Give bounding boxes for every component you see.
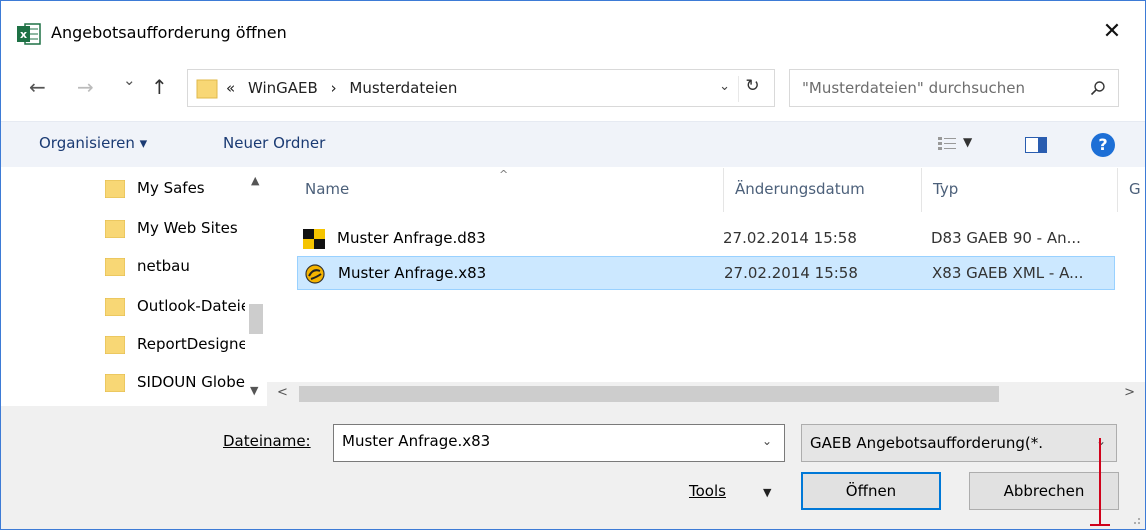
sidebar-item-netbau[interactable]: netbau — [105, 254, 245, 282]
sidebar-item-label: My Web Sites — [137, 219, 238, 237]
sidebar-item-label: SIDOUN Globe — [137, 373, 245, 391]
open-file-dialog: x Angebotsaufforderung öffnen ✕ ← → ⌄ ↑ … — [0, 0, 1146, 530]
folder-icon — [105, 220, 125, 238]
annotation-marker-line — [1099, 438, 1101, 526]
window-title: Angebotsaufforderung öffnen — [51, 23, 287, 42]
folder-icon — [105, 336, 125, 354]
filename-label: Dateiname: — [223, 432, 311, 450]
file-name: Muster Anfrage.x83 — [338, 264, 487, 282]
file-row-d83[interactable]: Muster Anfrage.d83 27.02.2014 15:58 D83 … — [297, 222, 1115, 256]
forward-arrow-icon[interactable]: → — [77, 75, 94, 99]
excel-icon: x — [17, 23, 41, 45]
search-icon[interactable] — [1090, 80, 1106, 96]
annotation-marker-cap — [1090, 524, 1110, 526]
column-header-date[interactable]: Änderungsdatum — [735, 180, 865, 198]
column-header-type[interactable]: Typ — [933, 180, 958, 198]
search-placeholder: "Musterdateien" durchsuchen — [802, 79, 1026, 97]
sidebar-item-label: Outlook-Dateien — [137, 297, 245, 315]
folder-icon — [105, 258, 125, 276]
gaeb-xml-file-icon — [305, 264, 325, 284]
scroll-left-icon[interactable]: < — [277, 385, 288, 400]
column-separator[interactable] — [921, 168, 922, 212]
command-toolbar: Organisieren ▾ Neuer Ordner ▼ ? — [1, 121, 1145, 167]
scroll-right-icon[interactable]: > — [1124, 385, 1135, 400]
breadcrumb-separator[interactable]: › — [331, 79, 337, 97]
refresh-icon[interactable]: ↻ — [738, 76, 766, 102]
file-type: X83 GAEB XML - A... — [932, 264, 1084, 282]
file-type: D83 GAEB 90 - An... — [931, 229, 1081, 247]
folder-icon — [105, 374, 125, 392]
file-date: 27.02.2014 15:58 — [724, 264, 858, 282]
help-icon[interactable]: ? — [1091, 133, 1115, 157]
file-date: 27.02.2014 15:58 — [723, 229, 857, 247]
bottom-panel: Dateiname: ⌄ GAEB Angebotsaufforderung(*… — [1, 406, 1145, 529]
file-list-horizontal-scrollbar[interactable]: < > — [267, 382, 1145, 406]
address-dropdown-icon[interactable]: ⌄ — [719, 79, 730, 94]
tools-label: Tools — [689, 482, 726, 500]
tools-dropdown-icon[interactable]: ▼ — [763, 486, 771, 499]
filename-dropdown-chevron-icon[interactable]: ⌄ — [762, 434, 772, 448]
sidebar-item-my-web-sites[interactable]: My Web Sites — [105, 216, 245, 244]
sidebar-item-label: ReportDesigner — [137, 335, 245, 353]
breadcrumb-item-musterdateien[interactable]: Musterdateien — [349, 79, 457, 97]
scroll-up-icon[interactable]: ▲ — [251, 174, 259, 187]
sidebar-item-label: netbau — [137, 257, 190, 275]
folder-icon — [105, 180, 125, 198]
recent-locations-chevron-icon[interactable]: ⌄ — [123, 71, 136, 89]
title-bar: x Angebotsaufforderung öffnen ✕ — [1, 1, 1145, 59]
preview-pane-icon[interactable] — [1025, 137, 1047, 153]
tools-button[interactable]: Tools — [689, 482, 726, 500]
view-options-icon[interactable] — [938, 136, 956, 152]
new-folder-button[interactable]: Neuer Ordner — [223, 134, 325, 152]
sidebar-item-reportdesigner[interactable]: ReportDesigner — [105, 332, 245, 360]
navigation-pane-scrollbar[interactable]: ▲ ▼ — [245, 168, 267, 406]
organize-button[interactable]: Organisieren ▾ — [39, 134, 147, 152]
file-list: ^ Name Änderungsdatum Typ G Muster Anfra… — [267, 168, 1145, 406]
close-button[interactable]: ✕ — [1097, 17, 1127, 47]
folder-icon — [196, 79, 218, 99]
sidebar-item-label: My Safes — [137, 179, 205, 197]
address-bar[interactable]: « WinGAEB › Musterdateien ⌄ ↻ — [187, 69, 775, 107]
sort-ascending-icon: ^ — [499, 168, 509, 181]
sidebar-item-my-safes[interactable]: My Safes — [105, 176, 245, 204]
open-button[interactable]: Öffnen — [801, 472, 941, 510]
scrollbar-thumb[interactable] — [249, 304, 263, 334]
cancel-button[interactable]: Abbrechen — [969, 472, 1119, 510]
resize-grip-icon[interactable] — [1129, 513, 1141, 525]
back-arrow-icon[interactable]: ← — [29, 75, 46, 99]
breadcrumb-overflow[interactable]: « — [226, 79, 235, 97]
filename-field[interactable]: ⌄ — [333, 424, 785, 462]
folder-icon — [105, 298, 125, 316]
search-input[interactable]: "Musterdateien" durchsuchen — [789, 69, 1119, 107]
column-separator[interactable] — [1117, 168, 1118, 212]
gaeb-90-file-icon — [303, 229, 325, 249]
breadcrumb: « WinGAEB › Musterdateien — [226, 79, 465, 97]
filename-label-text: Dateiname: — [223, 432, 311, 450]
sidebar-item-outlook-dateien[interactable]: Outlook-Dateien — [105, 294, 245, 322]
scroll-down-icon[interactable]: ▼ — [250, 384, 258, 397]
breadcrumb-item-wingaeb[interactable]: WinGAEB — [248, 79, 318, 97]
sidebar-item-sidoun-globe[interactable]: SIDOUN Globe — [105, 370, 245, 398]
filename-input[interactable] — [342, 432, 742, 450]
scrollbar-thumb[interactable] — [299, 386, 999, 402]
up-arrow-icon[interactable]: ↑ — [151, 75, 168, 99]
file-type-filter-select[interactable]: GAEB Angebotsaufforderung(*. ⌄ — [801, 424, 1117, 462]
file-row-x83[interactable]: Muster Anfrage.x83 27.02.2014 15:58 X83 … — [297, 256, 1115, 290]
file-name: Muster Anfrage.d83 — [337, 229, 486, 247]
column-header-name[interactable]: Name — [305, 180, 349, 198]
navigation-pane: My Safes My Web Sites netbau Outlook-Dat… — [1, 168, 267, 406]
svg-text:x: x — [20, 28, 27, 41]
column-header-size[interactable]: G — [1129, 180, 1141, 198]
file-type-filter-value: GAEB Angebotsaufforderung(*. — [810, 434, 1044, 452]
view-dropdown-icon[interactable]: ▼ — [963, 135, 972, 149]
column-separator[interactable] — [723, 168, 724, 212]
